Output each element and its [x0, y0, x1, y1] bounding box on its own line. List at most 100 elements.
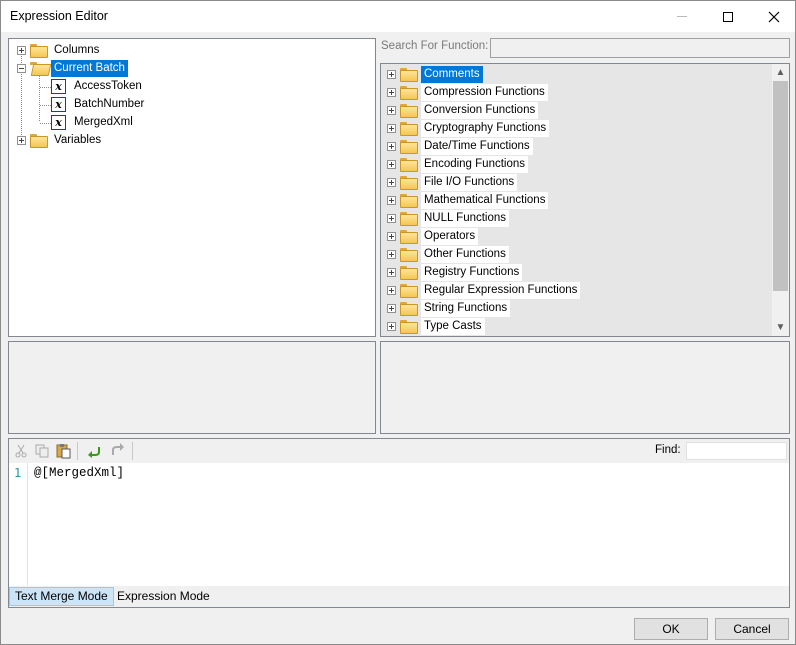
function-category-item[interactable]: Compression Functions	[387, 83, 548, 101]
expand-icon[interactable]	[387, 159, 396, 169]
line-number: 1	[14, 466, 22, 480]
function-category-item[interactable]: Comments	[387, 65, 483, 83]
function-category-label: Encoding Functions	[421, 155, 529, 173]
folder-icon	[400, 230, 418, 244]
maximize-icon	[723, 11, 733, 22]
redo-icon[interactable]	[109, 442, 127, 460]
close-button[interactable]	[751, 1, 796, 32]
function-category-label: Date/Time Functions	[421, 137, 533, 155]
folder-icon	[400, 140, 418, 154]
folder-icon	[400, 212, 418, 226]
find-input[interactable]	[686, 442, 787, 460]
function-category-item[interactable]: Cryptography Functions	[387, 119, 550, 137]
minimize-icon	[677, 16, 687, 17]
folder-icon	[400, 104, 418, 118]
search-function-input[interactable]	[490, 38, 790, 58]
scroll-up-icon[interactable]: ▲	[772, 64, 789, 81]
function-category-item[interactable]: Type Casts	[387, 317, 485, 335]
function-category-label: Cryptography Functions	[421, 119, 550, 137]
folder-icon	[400, 68, 418, 82]
maximize-button[interactable]	[705, 1, 751, 32]
cut-icon[interactable]	[12, 442, 30, 460]
expression-mode-tab[interactable]: Expression Mode	[112, 587, 215, 606]
folder-icon	[400, 122, 418, 136]
function-category-item[interactable]: Date/Time Functions	[387, 137, 533, 155]
folder-icon	[400, 284, 418, 298]
variables-tree-panel: Columns Current Batch x AccessToken x Ba…	[8, 38, 376, 337]
tree-item-label: MergedXml	[74, 115, 133, 128]
expand-icon[interactable]	[387, 267, 396, 277]
scrollbar-thumb[interactable]	[773, 81, 788, 291]
tree-item-label: AccessToken	[74, 79, 142, 92]
function-category-label: File I/O Functions	[421, 173, 518, 191]
undo-icon[interactable]	[85, 442, 103, 460]
expression-editor: Find: 1 @[MergedXml] Text Merge Mode Exp…	[8, 438, 790, 608]
function-category-label: Comments	[421, 65, 483, 83]
tree-item-current-batch[interactable]: Current Batch	[17, 59, 128, 77]
expand-icon[interactable]	[17, 45, 26, 55]
close-icon	[768, 11, 780, 22]
paste-icon[interactable]	[55, 442, 73, 460]
variable-icon: x	[51, 78, 66, 94]
function-category-item[interactable]: NULL Functions	[387, 209, 510, 227]
copy-icon[interactable]	[33, 442, 51, 460]
function-category-item[interactable]: String Functions	[387, 299, 511, 317]
code-line[interactable]: @[MergedXml]	[34, 466, 124, 480]
function-category-item[interactable]: Encoding Functions	[387, 155, 529, 173]
functions-tree-panel: Comments Compression Functions Conversion …	[380, 63, 790, 337]
function-category-label: Regular Expression Functions	[421, 281, 581, 299]
editor-toolbar: Find:	[9, 439, 789, 463]
tree-item-access-token[interactable]: x AccessToken	[51, 77, 145, 95]
expand-icon[interactable]	[387, 321, 396, 331]
collapse-icon[interactable]	[17, 63, 26, 73]
tree-item-variables[interactable]: Variables	[17, 131, 104, 149]
folder-icon	[30, 134, 48, 148]
folder-icon	[400, 248, 418, 262]
expand-icon[interactable]	[387, 87, 396, 97]
function-category-label: Other Functions	[421, 245, 509, 263]
functions-scrollbar[interactable]: ▲ ▼	[772, 64, 789, 336]
expand-icon[interactable]	[387, 285, 396, 295]
ok-button[interactable]: OK	[634, 618, 708, 640]
expand-icon[interactable]	[387, 195, 396, 205]
folder-icon	[400, 194, 418, 208]
expand-icon[interactable]	[387, 231, 396, 241]
expand-icon[interactable]	[17, 135, 26, 145]
tree-item-batch-number[interactable]: x BatchNumber	[51, 95, 147, 113]
expand-icon[interactable]	[387, 303, 396, 313]
expand-icon[interactable]	[387, 105, 396, 115]
code-editor[interactable]: 1 @[MergedXml]	[9, 463, 789, 586]
toolbar-separator	[132, 442, 133, 460]
function-category-item[interactable]: Other Functions	[387, 245, 509, 263]
function-category-label: Compression Functions	[421, 83, 548, 101]
toolbar-separator	[77, 442, 78, 460]
function-category-item[interactable]: Operators	[387, 227, 479, 245]
function-category-item[interactable]: Mathematical Functions	[387, 191, 549, 209]
text-merge-mode-tab[interactable]: Text Merge Mode	[9, 587, 114, 606]
expand-icon[interactable]	[387, 123, 396, 133]
tree-item-columns[interactable]: Columns	[17, 41, 102, 59]
function-category-item[interactable]: Regular Expression Functions	[387, 281, 581, 299]
folder-icon	[30, 44, 48, 58]
function-category-label: Type Casts	[421, 317, 485, 335]
function-category-label: Registry Functions	[421, 263, 523, 281]
expand-icon[interactable]	[387, 213, 396, 223]
function-category-label: Operators	[421, 227, 479, 245]
expand-icon[interactable]	[387, 177, 396, 187]
cancel-button[interactable]: Cancel	[715, 618, 789, 640]
function-category-item[interactable]: Registry Functions	[387, 263, 523, 281]
function-category-item[interactable]: Conversion Functions	[387, 101, 539, 119]
tree-item-label: Current Batch	[51, 59, 128, 77]
expand-icon[interactable]	[387, 141, 396, 151]
expand-icon[interactable]	[387, 69, 396, 79]
variable-icon: x	[51, 114, 66, 130]
minimize-button[interactable]	[659, 1, 705, 32]
expand-icon[interactable]	[387, 249, 396, 259]
window-title: Expression Editor	[10, 9, 108, 23]
scroll-down-icon[interactable]: ▼	[772, 319, 789, 336]
folder-icon	[400, 320, 418, 334]
tree-item-merged-xml[interactable]: x MergedXml	[51, 113, 136, 131]
function-category-label: NULL Functions	[421, 209, 510, 227]
tree-item-label: Columns	[54, 43, 100, 56]
function-category-item[interactable]: File I/O Functions	[387, 173, 518, 191]
